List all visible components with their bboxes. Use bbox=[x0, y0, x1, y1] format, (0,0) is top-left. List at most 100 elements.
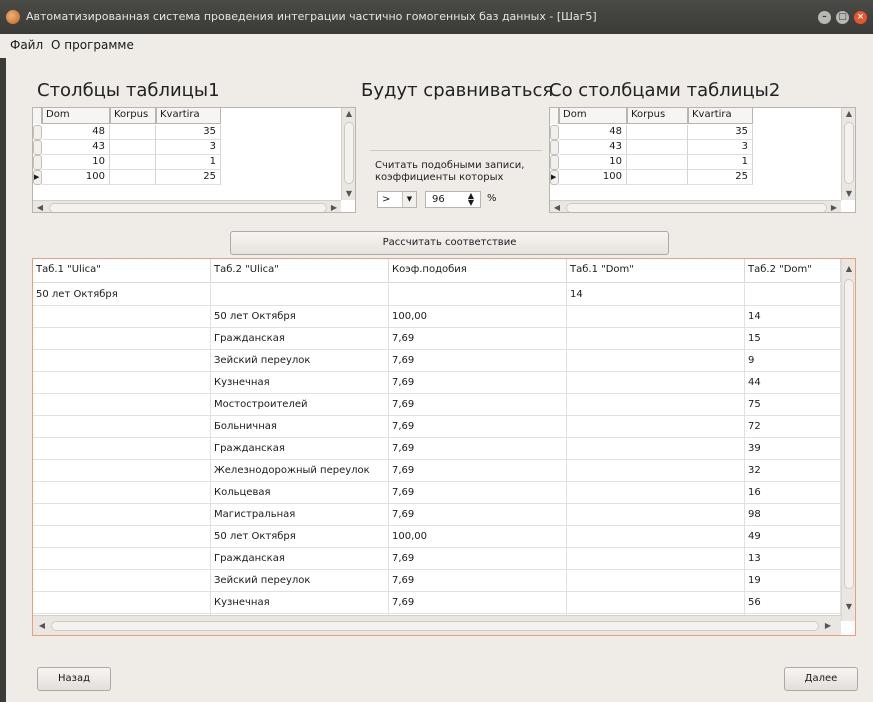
table2-col-header[interactable]: Dom bbox=[559, 108, 627, 124]
table1-cell[interactable] bbox=[110, 140, 156, 155]
scroll-handle[interactable] bbox=[344, 122, 354, 184]
results-cell[interactable]: 50 лет Октября bbox=[33, 284, 211, 305]
table1-row[interactable]: 48 35 bbox=[33, 125, 355, 140]
results-cell[interactable] bbox=[567, 306, 745, 327]
calculate-button[interactable]: Рассчитать соответствие bbox=[230, 231, 669, 255]
results-row[interactable]: Гражданская 7,69 15 bbox=[33, 328, 841, 350]
table2-col-header[interactable]: Kvartira bbox=[688, 108, 753, 124]
results-cell[interactable]: 56 bbox=[745, 592, 841, 613]
results-cell[interactable]: 75 bbox=[745, 394, 841, 415]
results-cell[interactable]: 9 bbox=[745, 350, 841, 371]
menu-about[interactable]: О программе bbox=[51, 38, 134, 52]
results-cell[interactable] bbox=[567, 460, 745, 481]
results-cell[interactable]: Гражданская bbox=[211, 548, 389, 569]
table1-cell[interactable]: 100 bbox=[42, 170, 110, 185]
results-cell[interactable] bbox=[33, 438, 211, 459]
results-cell[interactable]: 7,69 bbox=[389, 416, 567, 437]
table2-cell[interactable] bbox=[627, 125, 688, 140]
results-cell[interactable] bbox=[567, 328, 745, 349]
row-header[interactable] bbox=[550, 155, 559, 170]
results-cell[interactable] bbox=[33, 482, 211, 503]
table1-cell[interactable]: 25 bbox=[156, 170, 221, 185]
results-cell[interactable] bbox=[567, 416, 745, 437]
results-row[interactable]: Мостостроителей 7,69 75 bbox=[33, 394, 841, 416]
results-cell[interactable]: 7,69 bbox=[389, 592, 567, 613]
table1-horizontal-scrollbar[interactable]: ◀ ▶ bbox=[33, 200, 341, 212]
results-cell[interactable]: 7,69 bbox=[389, 438, 567, 459]
minimize-icon[interactable]: – bbox=[818, 11, 831, 24]
results-cell[interactable]: Кузнечная bbox=[211, 592, 389, 613]
table2-cell[interactable]: 25 bbox=[688, 170, 753, 185]
scroll-handle[interactable] bbox=[566, 203, 827, 212]
table1-cell[interactable]: 1 bbox=[156, 155, 221, 170]
results-cell[interactable]: Мостостроителей bbox=[211, 394, 389, 415]
scroll-left-icon[interactable]: ◀ bbox=[35, 619, 49, 633]
scroll-left-icon[interactable]: ◀ bbox=[33, 201, 47, 212]
operator-select[interactable]: > ▼ bbox=[377, 191, 417, 208]
scroll-handle[interactable] bbox=[51, 621, 819, 631]
results-row[interactable]: 50 лет Октября 14 bbox=[33, 284, 841, 306]
results-cell[interactable]: 16 bbox=[745, 482, 841, 503]
results-cell[interactable]: Зейский переулок bbox=[211, 350, 389, 371]
scroll-down-icon[interactable]: ▼ bbox=[842, 601, 855, 613]
results-col-header[interactable]: Коэф.подобия bbox=[389, 259, 567, 283]
current-row-marker[interactable]: ▶ bbox=[550, 170, 559, 185]
table2-cell[interactable]: 48 bbox=[559, 125, 627, 140]
table1-row[interactable]: ▶ 100 25 bbox=[33, 170, 355, 185]
results-cell[interactable]: Магистральная bbox=[211, 504, 389, 525]
results-cell[interactable]: 7,69 bbox=[389, 328, 567, 349]
table1-cell[interactable] bbox=[110, 170, 156, 185]
title-bar[interactable]: Автоматизированная система проведения ин… bbox=[0, 0, 873, 34]
results-row[interactable]: Больничная 7,69 72 bbox=[33, 416, 841, 438]
results-row[interactable]: Гражданская 7,69 39 bbox=[33, 438, 841, 460]
results-cell[interactable] bbox=[389, 284, 567, 305]
scroll-down-icon[interactable]: ▼ bbox=[842, 188, 855, 200]
results-cell[interactable] bbox=[567, 438, 745, 459]
results-cell[interactable] bbox=[567, 526, 745, 547]
results-cell[interactable]: Железнодорожный переулок bbox=[211, 460, 389, 481]
table1-cell[interactable]: 48 bbox=[42, 125, 110, 140]
menu-file[interactable]: Файл bbox=[10, 38, 43, 52]
table2-row[interactable]: 10 1 bbox=[550, 155, 855, 170]
results-cell[interactable] bbox=[33, 526, 211, 547]
results-cell[interactable]: 7,69 bbox=[389, 570, 567, 591]
results-row[interactable]: Кузнечная 7,69 44 bbox=[33, 372, 841, 394]
results-cell[interactable]: 50 лет Октября bbox=[211, 526, 389, 547]
table1-col-header[interactable]: Dom bbox=[42, 108, 110, 124]
table1-col-header[interactable]: Korpus bbox=[110, 108, 156, 124]
scroll-handle[interactable] bbox=[844, 122, 854, 184]
next-button[interactable]: Далее bbox=[784, 667, 858, 691]
row-header[interactable] bbox=[33, 155, 42, 170]
results-cell[interactable] bbox=[567, 504, 745, 525]
table2-cell[interactable]: 100 bbox=[559, 170, 627, 185]
table2-vertical-scrollbar[interactable]: ▲ ▼ bbox=[841, 108, 855, 200]
results-cell[interactable] bbox=[567, 482, 745, 503]
scroll-right-icon[interactable]: ▶ bbox=[821, 619, 835, 633]
results-cell[interactable]: Кольцевая bbox=[211, 482, 389, 503]
results-row[interactable]: Магистральная 7,69 98 bbox=[33, 504, 841, 526]
results-cell[interactable]: Гражданская bbox=[211, 328, 389, 349]
results-cell[interactable] bbox=[33, 328, 211, 349]
results-cell[interactable] bbox=[33, 504, 211, 525]
results-cell[interactable] bbox=[33, 306, 211, 327]
results-row[interactable]: 50 лет Октября 100,00 49 bbox=[33, 526, 841, 548]
table2-cell[interactable] bbox=[627, 170, 688, 185]
table2-cell[interactable] bbox=[627, 155, 688, 170]
results-cell[interactable]: 44 bbox=[745, 372, 841, 393]
scroll-handle[interactable] bbox=[844, 279, 854, 589]
table2-cell[interactable]: 35 bbox=[688, 125, 753, 140]
results-cell[interactable]: 7,69 bbox=[389, 482, 567, 503]
table1-cell[interactable] bbox=[110, 155, 156, 170]
results-cell[interactable] bbox=[33, 350, 211, 371]
results-row[interactable]: Гражданская 7,69 13 bbox=[33, 548, 841, 570]
results-cell[interactable] bbox=[33, 460, 211, 481]
results-cell[interactable]: 49 bbox=[745, 526, 841, 547]
scroll-down-icon[interactable]: ▼ bbox=[342, 188, 355, 200]
table2-cell[interactable] bbox=[627, 140, 688, 155]
results-cell[interactable] bbox=[567, 548, 745, 569]
results-row[interactable]: Зейский переулок 7,69 9 bbox=[33, 350, 841, 372]
results-cell[interactable]: 7,69 bbox=[389, 504, 567, 525]
current-row-marker[interactable]: ▶ bbox=[33, 170, 42, 185]
results-cell[interactable]: 100,00 bbox=[389, 306, 567, 327]
table1-row[interactable]: 43 3 bbox=[33, 140, 355, 155]
